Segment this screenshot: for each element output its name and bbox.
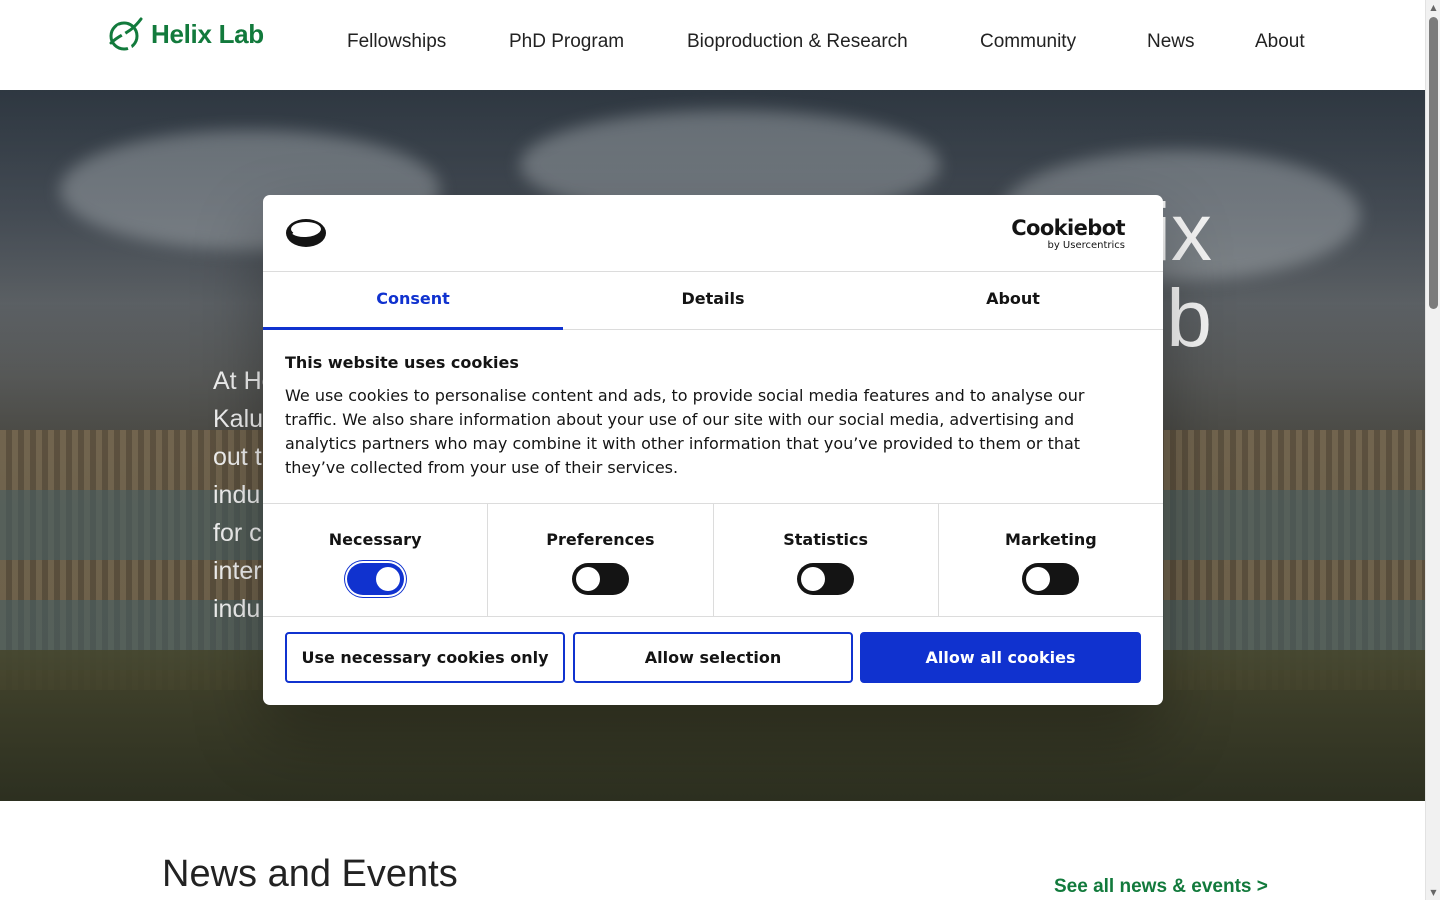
scroll-up-arrow-icon[interactable]: ▲: [1429, 3, 1438, 12]
tab-about[interactable]: About: [863, 272, 1163, 330]
see-all-news-link[interactable]: See all news & events >: [1054, 876, 1268, 898]
nav-phd-program[interactable]: PhD Program: [509, 31, 624, 53]
cookiebot-logo[interactable]: Cookiebot by Usercentrics: [1011, 217, 1125, 251]
cookiebot-logo-text: Cookiebot: [1011, 216, 1125, 240]
dialog-tabs: Consent Details About: [263, 272, 1163, 330]
category-label: Preferences: [546, 530, 655, 549]
dialog-description: We use cookies to personalise content an…: [285, 386, 1085, 477]
scroll-down-arrow-icon[interactable]: ▼: [1429, 888, 1438, 897]
toggle-knob: [1026, 567, 1051, 591]
preferences-toggle[interactable]: [571, 563, 629, 595]
allow-selection-button[interactable]: Allow selection: [573, 632, 853, 683]
dialog-heading: This website uses cookies: [285, 353, 519, 372]
nav-news[interactable]: News: [1147, 31, 1195, 53]
scrollbar-thumb[interactable]: [1429, 17, 1438, 309]
necessary-toggle[interactable]: [346, 563, 404, 595]
category-label: Marketing: [1005, 530, 1097, 549]
use-necessary-only-button[interactable]: Use necessary cookies only: [285, 632, 565, 683]
category-label: Statistics: [783, 530, 868, 549]
cookiebot-logo-subtext: by Usercentrics: [1047, 240, 1125, 251]
category-statistics: Statistics: [714, 504, 939, 616]
news-heading: News and Events: [162, 853, 458, 895]
cookie-brand-icon: [286, 219, 326, 247]
dialog-actions: Use necessary cookies only Allow selecti…: [285, 632, 1141, 683]
statistics-toggle[interactable]: [797, 563, 855, 595]
tab-details[interactable]: Details: [563, 272, 863, 330]
tab-consent[interactable]: Consent: [263, 272, 563, 330]
nav-about[interactable]: About: [1255, 31, 1305, 53]
site-logo[interactable]: Helix Lab: [107, 13, 264, 55]
nav-fellowships[interactable]: Fellowships: [347, 31, 446, 53]
marketing-toggle[interactable]: [1022, 563, 1080, 595]
category-necessary: Necessary: [263, 504, 489, 616]
logo-text: Helix Lab: [151, 18, 264, 49]
cookie-categories: Necessary Preferences Statistics Marketi…: [263, 503, 1163, 617]
toggle-knob: [801, 567, 826, 591]
site-header: Helix Lab Fellowships PhD Program Biopro…: [0, 0, 1425, 90]
toggle-knob: [375, 567, 400, 591]
cookie-consent-dialog: Cookiebot by Usercentrics Consent Detail…: [263, 195, 1163, 705]
dialog-body: This website uses cookies We use cookies…: [285, 353, 1141, 480]
allow-all-cookies-button[interactable]: Allow all cookies: [860, 632, 1141, 683]
category-marketing: Marketing: [939, 504, 1163, 616]
helix-logo-icon: [109, 17, 143, 52]
nav-community[interactable]: Community: [980, 31, 1076, 53]
page-scrollbar[interactable]: ▲ ▼: [1425, 0, 1440, 900]
category-label: Necessary: [328, 530, 422, 549]
dialog-header: Cookiebot by Usercentrics: [263, 195, 1163, 272]
toggle-knob: [575, 567, 600, 591]
category-preferences: Preferences: [488, 504, 714, 616]
nav-bioproduction-research[interactable]: Bioproduction & Research: [687, 31, 908, 53]
